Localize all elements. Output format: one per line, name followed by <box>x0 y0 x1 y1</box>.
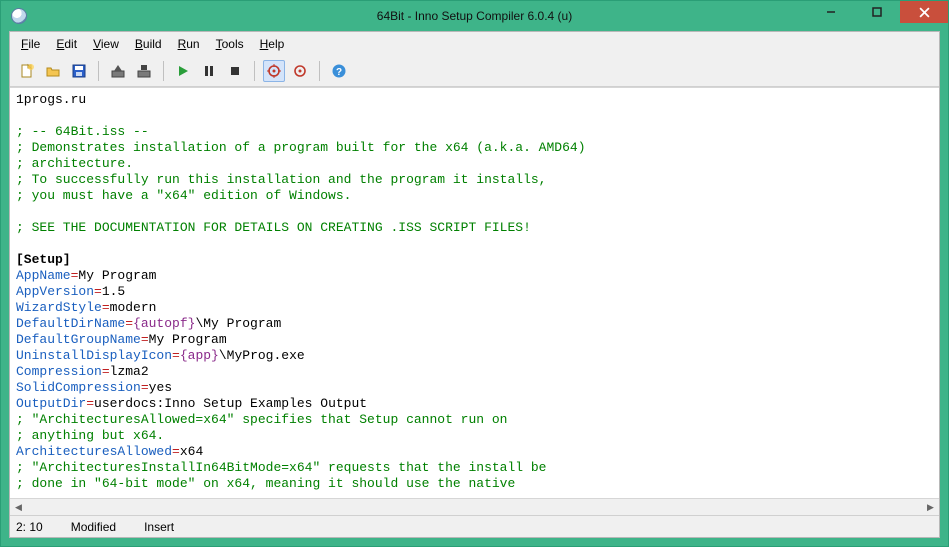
editor-area: 1progs.ru ; -- 64Bit.iss -- ; Demonstrat… <box>10 87 939 515</box>
status-bar: 2: 10 Modified Insert <box>10 515 939 537</box>
menu-edit[interactable]: Edit <box>49 34 84 54</box>
toolbar: ? <box>10 56 939 87</box>
scroll-left-icon[interactable]: ◀ <box>10 499 27 515</box>
scroll-track[interactable] <box>27 499 922 515</box>
menu-file[interactable]: File <box>14 34 47 54</box>
save-icon[interactable] <box>68 60 90 82</box>
help-icon[interactable]: ? <box>328 60 350 82</box>
maximize-button[interactable] <box>854 1 900 23</box>
modified-status: Modified <box>71 520 116 534</box>
toolbar-separator <box>163 61 164 81</box>
menu-tools[interactable]: Tools <box>209 34 251 54</box>
menu-run[interactable]: Run <box>171 34 207 54</box>
code-editor[interactable]: 1progs.ru ; -- 64Bit.iss -- ; Demonstrat… <box>10 88 939 498</box>
target-icon[interactable] <box>289 60 311 82</box>
window-title: 64Bit - Inno Setup Compiler 6.0.4 (u) <box>377 9 572 23</box>
new-icon[interactable] <box>16 60 38 82</box>
svg-text:?: ? <box>336 67 342 78</box>
run-icon[interactable] <box>172 60 194 82</box>
menu-bar: File Edit View Build Run Tools Help <box>10 32 939 56</box>
compile-icon[interactable] <box>107 60 129 82</box>
window-controls <box>808 1 948 23</box>
scroll-right-icon[interactable]: ▶ <box>922 499 939 515</box>
cursor-position: 2: 10 <box>16 520 43 534</box>
menu-help[interactable]: Help <box>253 34 292 54</box>
toolbar-separator <box>254 61 255 81</box>
stop-icon[interactable] <box>224 60 246 82</box>
target-debug-icon[interactable] <box>263 60 285 82</box>
title-bar: 64Bit - Inno Setup Compiler 6.0.4 (u) <box>1 1 948 31</box>
minimize-button[interactable] <box>808 1 854 23</box>
app-icon <box>11 8 27 24</box>
insert-mode: Insert <box>144 520 174 534</box>
open-icon[interactable] <box>42 60 64 82</box>
close-button[interactable] <box>900 1 948 23</box>
pause-icon[interactable] <box>198 60 220 82</box>
horizontal-scrollbar[interactable]: ◀ ▶ <box>10 498 939 515</box>
toolbar-separator <box>319 61 320 81</box>
toolbar-separator <box>98 61 99 81</box>
menu-view[interactable]: View <box>86 34 126 54</box>
stop-compile-icon[interactable] <box>133 60 155 82</box>
menu-build[interactable]: Build <box>128 34 169 54</box>
